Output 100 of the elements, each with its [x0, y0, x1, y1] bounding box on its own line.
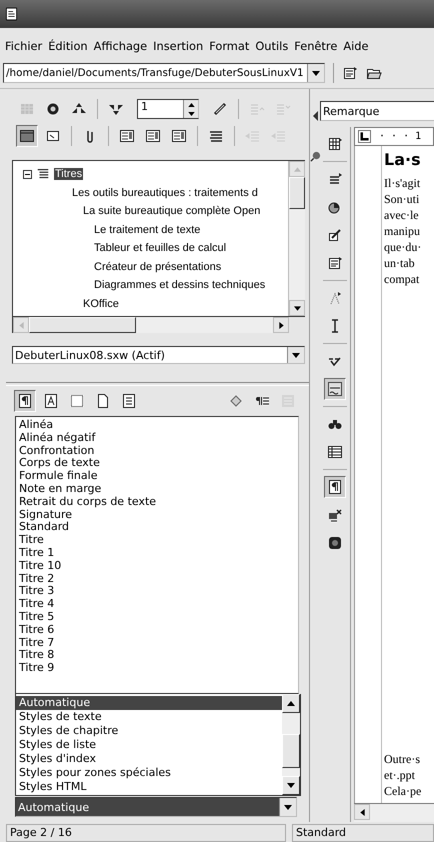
- collapse-arrow-icon[interactable]: [312, 111, 318, 121]
- style-item[interactable]: Titre 2: [19, 572, 295, 586]
- pencil-icon: [327, 227, 343, 243]
- dropdown-button[interactable]: [279, 798, 296, 816]
- scrollbar[interactable]: [282, 694, 300, 795]
- table-icon: [327, 136, 343, 152]
- collapse-icon[interactable]: [23, 170, 32, 179]
- menu-item[interactable]: Aide: [340, 37, 372, 55]
- filter-option[interactable]: Styles de texte: [16, 710, 282, 724]
- tab-stop-icon[interactable]: [358, 130, 371, 143]
- new-document-icon: [342, 65, 358, 81]
- menu-item[interactable]: Outils: [252, 37, 292, 55]
- style-item[interactable]: Titre 10: [19, 560, 295, 573]
- paragraph-style-field[interactable]: Remarque: [320, 101, 434, 121]
- document-text-line: un·tab: [384, 255, 416, 271]
- down-icon: [188, 112, 194, 116]
- style-item[interactable]: Alinéa: [19, 419, 295, 432]
- tree-item[interactable]: Créateur de présentations: [93, 260, 222, 273]
- style-item[interactable]: Confrontation: [19, 444, 295, 458]
- style-item[interactable]: Titre: [19, 534, 295, 547]
- scrollbar[interactable]: [288, 161, 305, 316]
- filter-option[interactable]: Styles pour zones spéciales: [16, 766, 282, 780]
- status-field: Standard: [292, 824, 434, 842]
- down-icon: [294, 304, 300, 312]
- tree-item[interactable]: La suite bureautique complète Open: [82, 205, 262, 218]
- doc-spin-icon: [171, 128, 187, 144]
- up-icon: [294, 166, 300, 172]
- document-select[interactable]: DebuterLinux08.sxw (Actif): [12, 346, 305, 364]
- filter-option[interactable]: Styles HTML: [16, 780, 282, 794]
- filter-option[interactable]: Styles d'index: [16, 752, 282, 766]
- screen-icon: [19, 128, 35, 144]
- pin-icon[interactable]: [310, 151, 320, 162]
- up-icon: [287, 701, 295, 706]
- scrollbar[interactable]: [354, 803, 434, 822]
- dropdown-button[interactable]: [307, 64, 324, 82]
- tree-item[interactable]: Diagrammes et dessins techniques: [93, 279, 266, 292]
- grid-icon: [19, 101, 35, 117]
- style-item[interactable]: Titre 5: [19, 610, 295, 624]
- scrollbar[interactable]: [12, 317, 289, 333]
- document-icon: [6, 7, 17, 21]
- style-item[interactable]: Retrait du corps de texte: [19, 496, 295, 509]
- style-item[interactable]: Titre 6: [19, 624, 295, 637]
- tree-item[interactable]: Le traitement de texte: [93, 224, 202, 236]
- up-icon: [188, 102, 194, 106]
- menu-item[interactable]: Format: [206, 37, 252, 55]
- style-item[interactable]: Standard: [19, 521, 295, 534]
- style-item[interactable]: Titre 1: [19, 546, 295, 560]
- menu-item[interactable]: Édition: [45, 37, 91, 55]
- document-text-line: Cela·pe: [384, 783, 422, 799]
- tree-item[interactable]: KOffice: [82, 298, 120, 310]
- document-text-line: Il·s'agit: [384, 175, 422, 191]
- toolbar-button[interactable]: [324, 476, 346, 498]
- dropdown-button[interactable]: [287, 347, 304, 363]
- left-icon: [358, 808, 366, 816]
- style-item[interactable]: Titre 7: [19, 636, 295, 650]
- filter-select[interactable]: Automatique: [15, 797, 297, 817]
- style-item[interactable]: Alinéa négatif: [19, 432, 295, 445]
- tree-item[interactable]: Titres: [54, 168, 84, 180]
- scroll-thumb[interactable]: [29, 317, 136, 333]
- table-list-icon: [327, 444, 343, 460]
- list-frame-icon: [121, 393, 137, 409]
- tree-item[interactable]: Tableur et feuilles de calcul: [93, 242, 228, 254]
- pilcrow-icon: [17, 393, 33, 409]
- blob-icon: [327, 535, 343, 551]
- caret-icon: [284, 804, 292, 810]
- filter-option[interactable]: Automatique: [16, 696, 282, 710]
- down-icon: [287, 783, 295, 788]
- doc-spin-icon: [145, 128, 161, 144]
- filter-option[interactable]: Styles de chapitre: [16, 724, 282, 738]
- menu-item[interactable]: Insertion: [150, 37, 206, 55]
- right-icon: [278, 322, 284, 328]
- document-heading: La·s: [384, 150, 422, 169]
- style-item[interactable]: Signature: [19, 508, 295, 522]
- menu-item[interactable]: Affichage: [90, 37, 150, 55]
- tree-item[interactable]: Les outils bureautiques : traitements d: [71, 186, 259, 199]
- style-family-tab[interactable]: [14, 390, 36, 412]
- caret-icon: [312, 70, 320, 76]
- scroll-thumb[interactable]: [282, 734, 300, 768]
- circle-icon: [45, 101, 61, 117]
- style-item[interactable]: Titre 8: [19, 649, 295, 662]
- caret-icon: [292, 352, 300, 358]
- style-item[interactable]: Formule finale: [19, 470, 295, 483]
- toolbar-button[interactable]: [324, 378, 346, 400]
- style-item[interactable]: Note en marge: [19, 482, 295, 496]
- scroll-thumb[interactable]: [289, 177, 305, 209]
- menu-item[interactable]: Fichier: [2, 37, 46, 55]
- document-text-line: compat: [384, 271, 420, 287]
- lines-arrow-icon: [327, 171, 343, 187]
- style-item[interactable]: Titre 9: [19, 662, 295, 675]
- menu-item[interactable]: Fenêtre: [291, 37, 340, 55]
- toolbar-button[interactable]: [16, 125, 38, 147]
- style-item[interactable]: Titre 4: [19, 598, 295, 611]
- filter-option[interactable]: Styles de liste: [16, 738, 282, 752]
- wave-icon: [327, 381, 343, 397]
- style-item[interactable]: Titre 3: [19, 585, 295, 598]
- document-text-line: manipu: [384, 223, 421, 239]
- url-field[interactable]: /home/daniel/Documents/Transfuge/DebuterSousLinuxV1: [3, 63, 325, 83]
- style-item[interactable]: Corps de texte: [19, 457, 295, 470]
- page-spinbox[interactable]: 1: [137, 99, 199, 119]
- window-icon: [45, 128, 61, 144]
